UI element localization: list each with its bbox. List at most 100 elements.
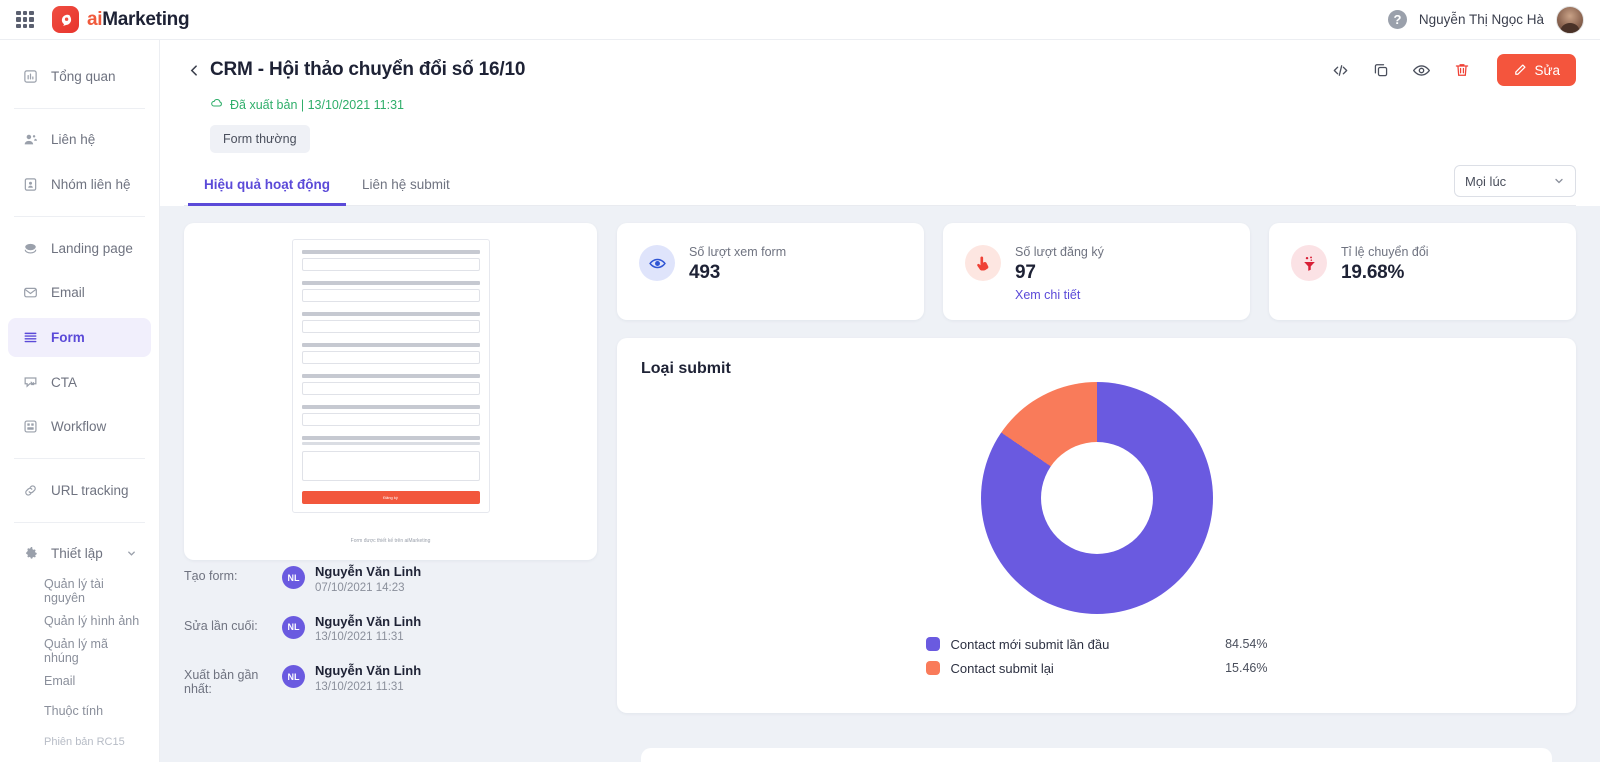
sidebar-item-label: CTA <box>51 374 77 390</box>
preview-field-label <box>301 312 480 316</box>
sidebar-item-label: Workflow <box>51 419 107 435</box>
sidebar-item-label: Nhóm liên hệ <box>51 177 131 193</box>
sidebar-item-cta[interactable]: CTA <box>8 363 151 402</box>
bottom-card-edge <box>641 748 1552 762</box>
sidebar-divider <box>14 107 145 109</box>
stat-label: Tỉ lệ chuyển đổi <box>1341 245 1429 259</box>
chevron-down-icon <box>1553 175 1565 187</box>
sidebar-item-form[interactable]: Form <box>8 318 151 357</box>
date-range-value: Mọi lúc <box>1465 173 1507 189</box>
top-bar: aiMarketing ? Nguyễn Thị Ngọc Hà <box>0 0 1600 40</box>
meta-value: Nguyễn Văn Linh 13/10/2021 11:31 <box>315 613 421 644</box>
chart-legend: Contact mới submit lần đầu 84.54% Contac… <box>925 632 1268 680</box>
right-column: Số lượt xem form 493 Số lượt đăng ký 97 <box>617 223 1576 762</box>
donut-chart <box>980 382 1213 614</box>
preview-field-note <box>301 442 480 445</box>
help-icon[interactable]: ? <box>1387 10 1407 29</box>
tabs: Hiệu quả hoạt động Liên hệ submit Mọi lú… <box>184 165 1576 206</box>
cta-icon <box>22 374 39 391</box>
date-range-select[interactable]: Mọi lúc <box>1454 165 1576 197</box>
published-status-text: Đã xuất bản | 13/10/2021 11:31 <box>230 97 404 112</box>
meta-user-name: Nguyễn Văn Linh <box>315 663 422 679</box>
meta-row-xuat-ban-gan-nhat: Xuất bản gần nhất: NL Nguyễn Văn Linh 13… <box>184 662 597 696</box>
delete-trash-icon[interactable] <box>1453 61 1471 79</box>
meta-key: Tạo form: <box>184 569 238 583</box>
tab-lien-he-submit[interactable]: Liên hệ submit <box>346 167 466 206</box>
brand-mark-icon <box>52 6 79 33</box>
meta-date: 07/10/2021 14:23 <box>315 581 405 594</box>
page-header-actions: Sửa <box>1331 54 1576 86</box>
sidebar-item-label: Thiết lập <box>51 546 103 562</box>
app-version: Phiên bản RC15 <box>44 736 125 749</box>
meta-date: 13/10/2021 11:31 <box>315 631 404 644</box>
stat-detail-link[interactable]: Xem chi tiết <box>1015 288 1104 302</box>
edit-button-label: Sửa <box>1534 62 1560 78</box>
sidebar-item-label: Landing page <box>51 240 133 256</box>
brand-name-marketing: Marketing <box>102 8 190 30</box>
sidebar-item-workflow[interactable]: Workflow <box>8 407 151 446</box>
stat-card-body: Số lượt xem form 493 <box>689 245 786 284</box>
gear-icon <box>22 545 39 562</box>
sidebar-divider <box>14 215 145 217</box>
sidebar-item-thiet-lap[interactable]: Thiết lập <box>8 535 151 574</box>
landing-page-icon <box>22 240 39 257</box>
form-preview-footer-text: Form được thiết kế trên aiMarketing <box>350 538 431 544</box>
grid-apps-icon[interactable] <box>16 10 34 29</box>
user-name[interactable]: Nguyễn Thị Ngọc Hà <box>1419 12 1544 27</box>
edit-button[interactable]: Sửa <box>1497 54 1576 86</box>
sidebar-subitem-quan-ly-tai-nguyen[interactable]: Quản lý tài nguyên <box>0 576 159 606</box>
sidebar-item-lien-he[interactable]: Liên hệ <box>8 121 151 160</box>
sidebar-item-tong-quan[interactable]: Tổng quan <box>8 57 151 96</box>
eye-icon <box>639 245 675 281</box>
embed-code-icon[interactable] <box>1331 61 1350 80</box>
page-header: CRM - Hội thảo chuyển đổi số 16/10 Sửa Đ… <box>160 40 1600 206</box>
sidebar-subitem-thuoc-tinh[interactable]: Thuộc tính <box>0 696 159 726</box>
preview-eye-icon[interactable] <box>1412 61 1431 80</box>
sidebar-item-landing-page[interactable]: Landing page <box>8 229 151 268</box>
click-hand-icon <box>965 245 1001 281</box>
stat-label: Số lượt xem form <box>689 245 787 259</box>
preview-field-label <box>301 250 480 254</box>
preview-field-input <box>301 320 480 333</box>
chart-title: Loại submit <box>641 360 731 377</box>
left-column: Đăng ký Form được thiết kế trên aiMarket… <box>184 223 597 762</box>
avatar[interactable] <box>1556 5 1584 34</box>
donut-ring <box>980 382 1213 614</box>
body: Tổng quan Liên hệ Nhóm liên hệ Landing p… <box>0 40 1600 762</box>
sidebar-item-label: Liên hệ <box>51 132 96 148</box>
meta-row-sua-lan-cuoi: Sửa lần cuối: NL Nguyễn Văn Linh 13/10/2… <box>184 613 597 644</box>
form-type-chip: Form thường <box>210 125 310 153</box>
sidebar-divider <box>14 521 145 523</box>
legend-item: Contact submit lại 15.46% <box>925 656 1268 680</box>
sidebar-item-url-tracking[interactable]: URL tracking <box>8 471 151 510</box>
meta-value: Nguyễn Văn Linh 13/10/2021 11:31 <box>315 662 421 693</box>
brand-logo[interactable]: aiMarketing <box>52 6 190 33</box>
form-preview-footer: Form được thiết kế trên aiMarketing <box>184 538 597 544</box>
form-meta-list: Tạo form: NL Nguyễn Văn Linh 07/10/2021 … <box>184 563 597 696</box>
stat-card-body: Số lượt đăng ký 97 Xem chi tiết <box>1015 245 1104 302</box>
stat-value: 493 <box>689 262 721 283</box>
stat-value: 97 <box>1015 262 1036 283</box>
sidebar-item-nhom-lien-he[interactable]: Nhóm liên hệ <box>8 165 151 204</box>
stat-label: Số lượt đăng ký <box>1015 245 1104 259</box>
sidebar-subitem-email[interactable]: Email <box>0 666 159 696</box>
preview-submit-button: Đăng ký <box>301 491 480 504</box>
preview-field-textarea <box>301 451 480 481</box>
legend-value: 15.46% <box>1225 661 1268 675</box>
legend-label: Contact submit lại <box>950 660 1054 676</box>
sidebar-subitem-quan-ly-hinh-anh[interactable]: Quản lý hình ảnh <box>0 606 159 636</box>
cloud-icon <box>210 96 224 113</box>
tab-hieu-qua-hoat-dong[interactable]: Hiệu quả hoạt động <box>188 167 346 206</box>
dashboard-icon <box>22 68 39 85</box>
pencil-icon <box>1515 64 1526 75</box>
page-title: CRM - Hội thảo chuyển đổi số 16/10 <box>210 59 526 80</box>
legend-value: 84.54% <box>1225 637 1268 651</box>
stat-card-registrations: Số lượt đăng ký 97 Xem chi tiết <box>943 223 1250 320</box>
stat-card-conversion-rate: Tỉ lệ chuyển đổi 19.68% <box>1269 223 1576 320</box>
sidebar-item-email[interactable]: Email <box>8 274 151 313</box>
sidebar-subitem-quan-ly-ma-nhung[interactable]: Quản lý mã nhúng <box>0 636 159 666</box>
duplicate-icon[interactable] <box>1372 61 1390 79</box>
preview-field-label <box>301 374 480 378</box>
form-preview-thumbnail[interactable]: Đăng ký <box>291 239 490 513</box>
back-arrow-icon[interactable] <box>184 60 204 80</box>
